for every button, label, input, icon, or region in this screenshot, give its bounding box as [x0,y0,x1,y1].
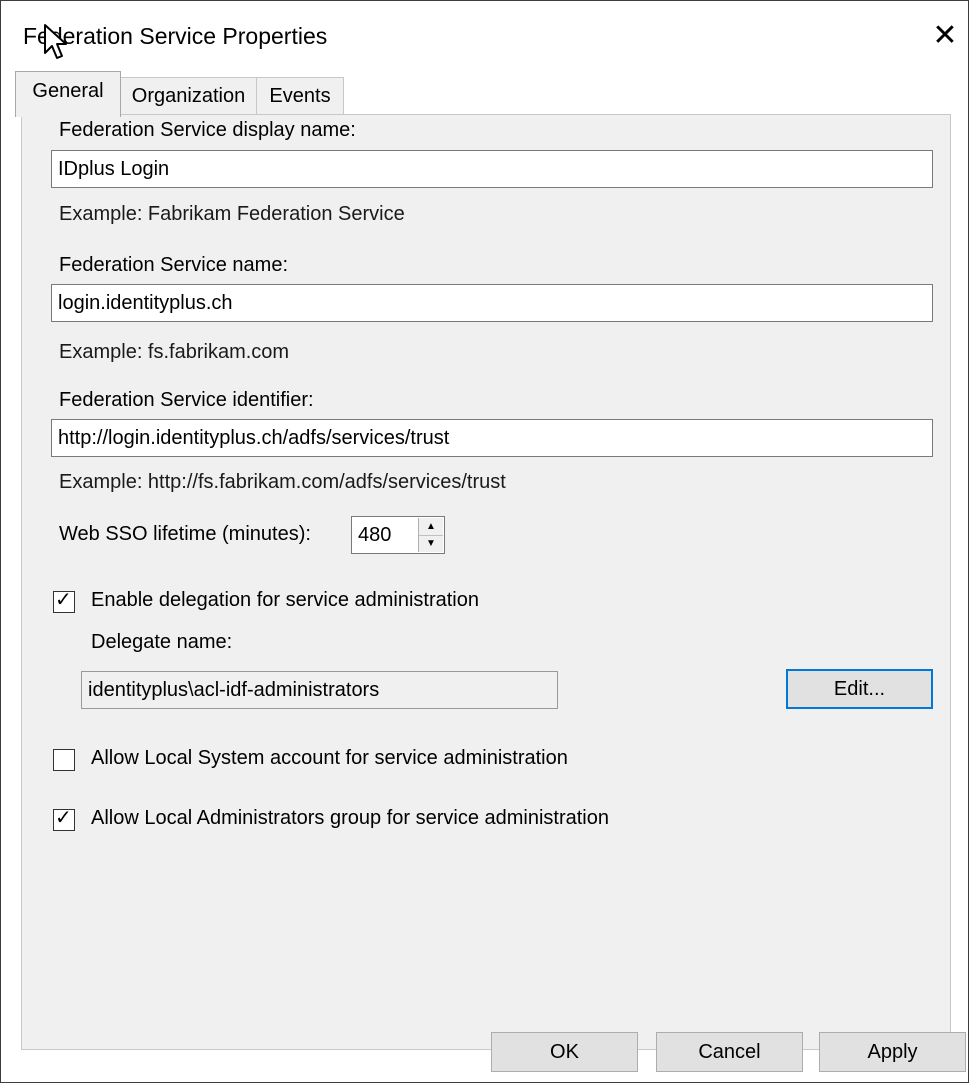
service-name-field[interactable]: login.identityplus.ch [51,284,933,322]
identifier-example: Example: http://fs.fabrikam.com/adfs/ser… [59,471,506,493]
identifier-field[interactable]: http://login.identityplus.ch/adfs/servic… [51,419,933,457]
tab-events[interactable]: Events [256,77,344,115]
properties-dialog: Federation Service Properties ✕ General … [0,0,969,1083]
delegate-name-label: Delegate name: [91,631,233,653]
enable-delegation-checkbox[interactable]: ✓ [53,589,75,613]
mouse-cursor-icon [44,24,67,59]
display-name-example: Example: Fabrikam Federation Service [59,203,405,225]
ok-button[interactable]: OK [491,1032,638,1072]
cancel-button[interactable]: Cancel [656,1032,803,1072]
apply-button[interactable]: Apply [819,1032,966,1072]
checkmark-icon: ✓ [55,807,72,829]
display-name-label: Federation Service display name: [59,119,356,141]
stepper-buttons: ▲ ▼ [418,518,443,552]
tab-organization[interactable]: Organization [120,77,257,115]
allow-local-admins-checkbox[interactable]: ✓ [53,807,75,831]
sso-lifetime-stepper[interactable]: 480 ▲ ▼ [351,516,445,554]
checkmark-icon: ✓ [55,589,72,611]
service-name-example: Example: fs.fabrikam.com [59,341,290,363]
display-name-field[interactable]: IDplus Login [51,150,933,188]
title-bar: Federation Service Properties ✕ [1,1,968,77]
service-name-label: Federation Service name: [59,254,289,276]
allow-local-system-checkbox[interactable] [53,749,75,771]
edit-button[interactable]: Edit... [786,669,933,709]
chevron-up-icon[interactable]: ▲ [419,518,443,536]
sso-lifetime-value: 480 [358,524,392,546]
tab-general[interactable]: General [15,71,121,117]
delegate-name-field[interactable]: identityplus\acl-idf-administrators [81,671,558,709]
sso-lifetime-label: Web SSO lifetime (minutes): [59,523,311,545]
enable-delegation-label: Enable delegation for service administra… [91,589,479,611]
allow-local-system-label: Allow Local System account for service a… [91,747,568,769]
chevron-down-icon[interactable]: ▼ [419,535,443,552]
close-icon[interactable]: ✕ [926,19,964,55]
identifier-label: Federation Service identifier: [59,389,314,411]
general-tab-panel-lower [21,741,951,1050]
allow-local-admins-label: Allow Local Administrators group for ser… [91,807,609,829]
